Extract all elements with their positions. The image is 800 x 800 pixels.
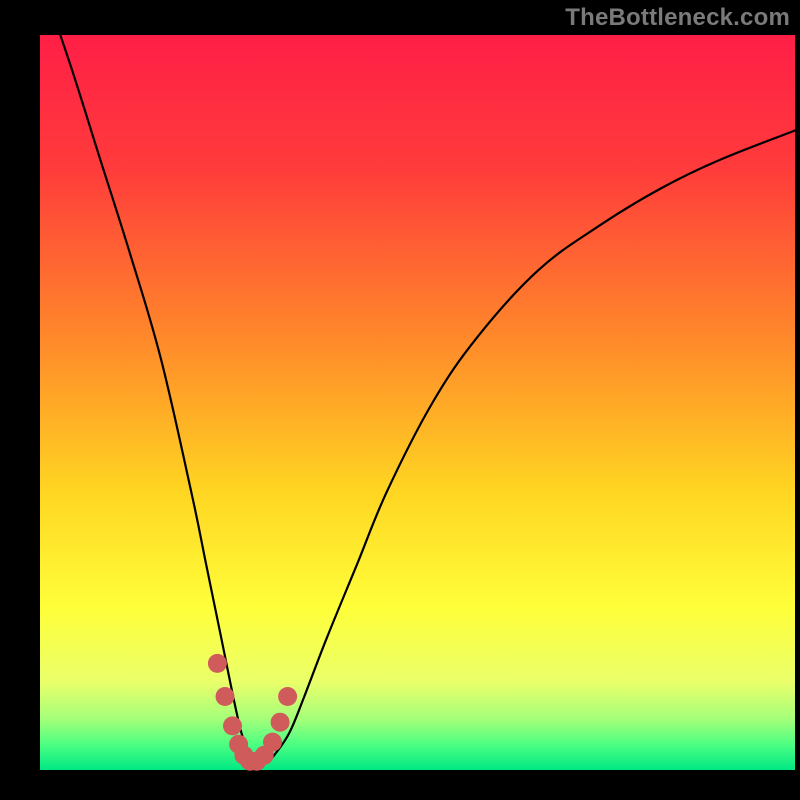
- bottleneck-chart: [0, 0, 800, 800]
- highlight-marker: [278, 687, 297, 706]
- highlight-marker: [263, 733, 282, 752]
- highlight-marker: [223, 716, 242, 735]
- highlight-marker: [216, 687, 235, 706]
- highlight-marker: [208, 654, 227, 673]
- chart-container: TheBottleneck.com: [0, 0, 800, 800]
- highlight-marker: [271, 713, 290, 732]
- watermark-text: TheBottleneck.com: [565, 4, 790, 32]
- plot-background: [40, 35, 795, 770]
